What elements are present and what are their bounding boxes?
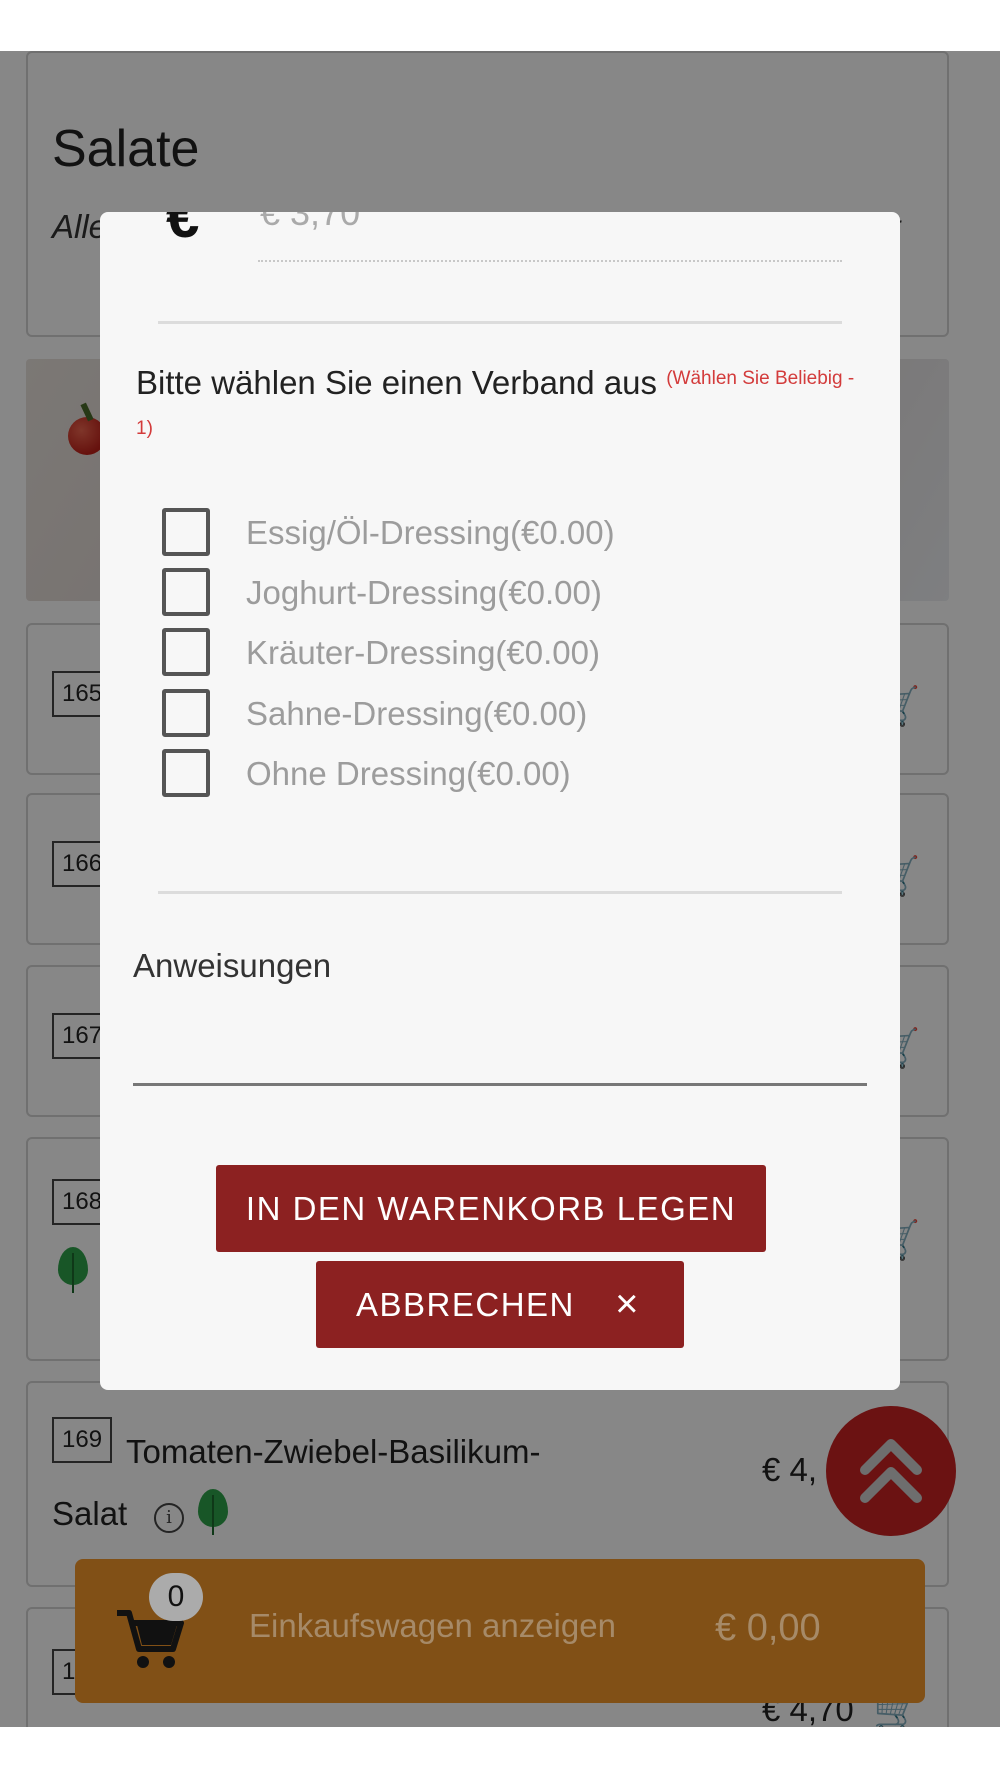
view-cart-bar[interactable]: 0 Einkaufswagen anzeigen € 0,00: [75, 1559, 925, 1703]
option-checkbox[interactable]: [162, 689, 210, 737]
option-label: Ohne Dressing(€0.00): [246, 755, 571, 792]
section-divider: [158, 321, 842, 324]
dotted-divider: [258, 260, 842, 262]
scroll-to-top-button[interactable]: [826, 1406, 956, 1536]
option-label: Kräuter-Dressing(€0.00): [246, 634, 600, 671]
option-checkbox[interactable]: [162, 568, 210, 616]
option-label: Sahne-Dressing(€0.00): [246, 695, 588, 732]
page: Salate Alle Salate werden mit einem Dres…: [0, 0, 1000, 1778]
option-label: Essig/Öl-Dressing(€0.00): [246, 514, 615, 551]
close-icon: ×: [615, 1282, 640, 1326]
double-chevron-up-icon: [860, 1439, 922, 1503]
previous-price: € 3,70: [260, 212, 361, 233]
view-cart-label: Einkaufswagen anzeigen: [249, 1607, 616, 1644]
cancel-button-label: ABBRECHEN: [356, 1286, 575, 1323]
option-checkbox[interactable]: [162, 749, 210, 797]
dressing-option[interactable]: Joghurt-Dressing(€0.00): [162, 568, 802, 618]
section-divider: [158, 891, 842, 894]
option-checkbox[interactable]: [162, 508, 210, 556]
option-label: Joghurt-Dressing(€0.00): [246, 574, 602, 611]
dressing-option[interactable]: Ohne Dressing(€0.00): [162, 749, 802, 799]
instructions-label: Anweisungen: [133, 947, 332, 984]
option-group-heading: Bitte wählen Sie einen Verband aus: [136, 364, 658, 401]
euro-icon: €: [166, 212, 200, 250]
option-checkbox[interactable]: [162, 628, 210, 676]
cart-total: € 0,00: [715, 1607, 821, 1649]
cancel-button[interactable]: ABBRECHEN ×: [316, 1261, 684, 1348]
dressing-option[interactable]: Sahne-Dressing(€0.00): [162, 689, 802, 739]
options-dialog: € € 3,70 Bitte wählen Sie einen Verband …: [100, 212, 900, 1390]
top-bar: [0, 0, 1000, 51]
cart-count-badge: 0: [149, 1573, 203, 1621]
instructions-input[interactable]: [133, 1002, 867, 1086]
add-to-cart-button[interactable]: IN DEN WARENKORB LEGEN: [216, 1165, 766, 1252]
dressing-option[interactable]: Kräuter-Dressing(€0.00): [162, 628, 802, 678]
dressing-option[interactable]: Essig/Öl-Dressing(€0.00): [162, 508, 802, 558]
option-group-title: Bitte wählen Sie einen Verband aus (Wähl…: [136, 358, 876, 458]
bottom-bar: [0, 1727, 1000, 1778]
